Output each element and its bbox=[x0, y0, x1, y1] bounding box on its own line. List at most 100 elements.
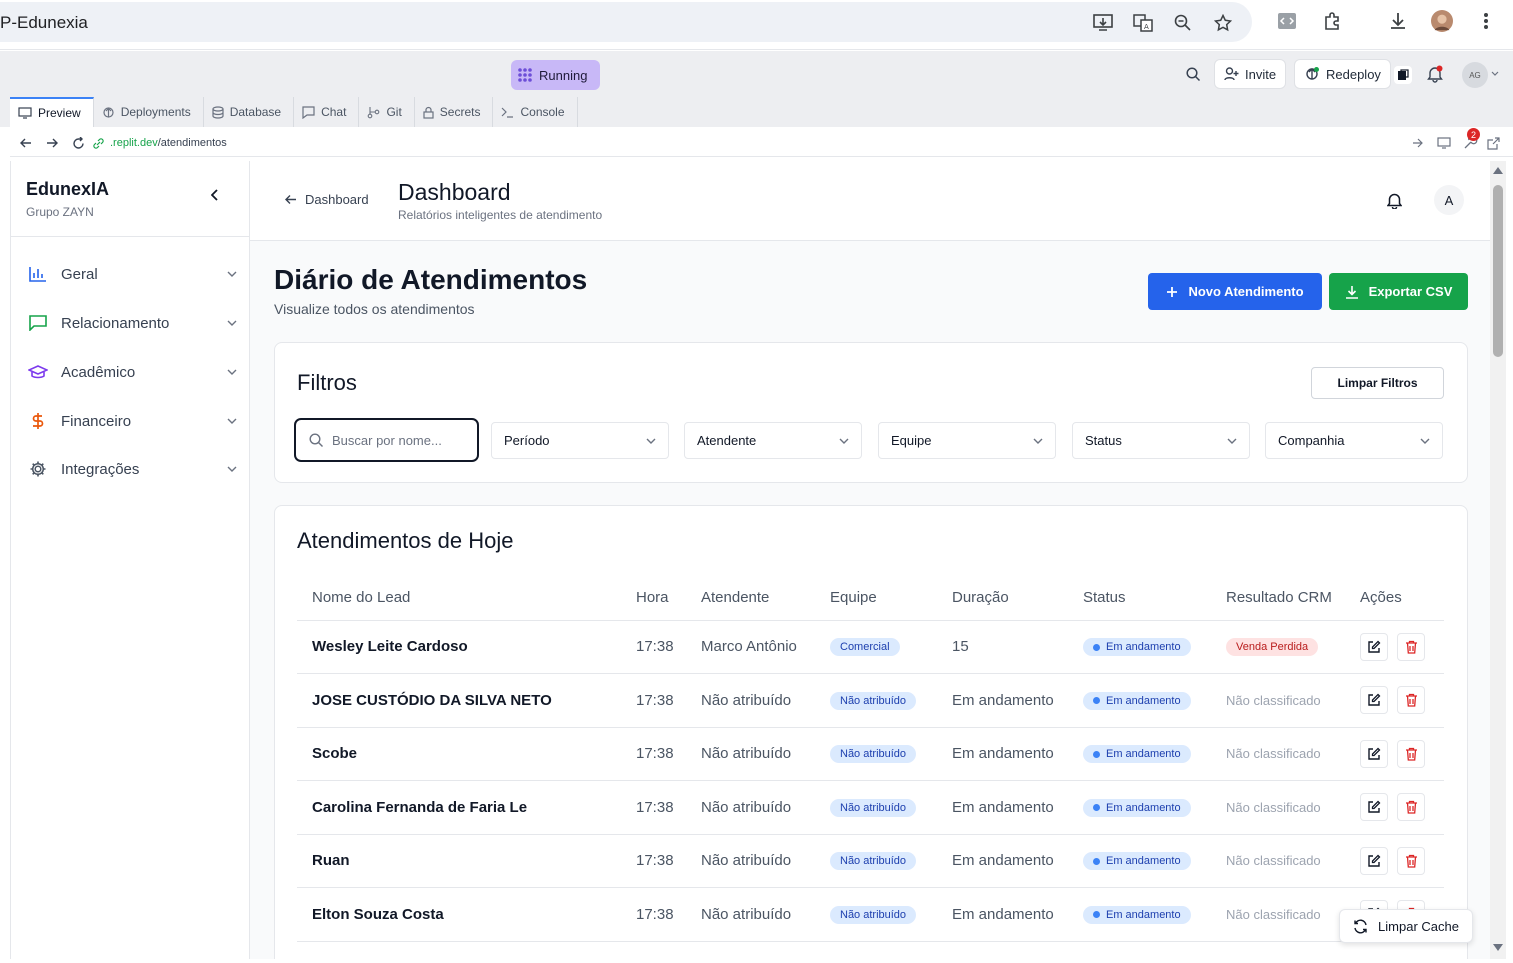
lead-name: Ruan bbox=[297, 834, 621, 888]
table-row[interactable]: Wesley Leite Cardoso 17:38 Marco Antônio Co… bbox=[297, 620, 1444, 674]
delete-button[interactable] bbox=[1397, 846, 1425, 875]
bell-icon[interactable] bbox=[1387, 192, 1402, 209]
sidebar-item-3[interactable]: Acadêmico bbox=[27, 356, 237, 388]
open-new-tab-icon[interactable] bbox=[1487, 137, 1500, 150]
tab-git[interactable]: Git bbox=[359, 97, 415, 127]
tab-preview[interactable]: Preview bbox=[10, 97, 94, 127]
reload-icon[interactable] bbox=[72, 136, 85, 150]
edit-button[interactable] bbox=[1360, 739, 1388, 768]
database-icon bbox=[212, 105, 224, 119]
run-status-button[interactable]: Running bbox=[511, 60, 600, 90]
user-initial: A bbox=[1444, 192, 1454, 208]
chevron-down-icon bbox=[646, 438, 656, 444]
status-dot bbox=[1093, 643, 1100, 651]
devtools-extension-icon[interactable] bbox=[1276, 10, 1298, 32]
edit-button[interactable] bbox=[1360, 632, 1388, 661]
table-row[interactable]: Scobe 17:38 Não atribuído Não atribuído Em a… bbox=[297, 727, 1444, 781]
user-avatar-button[interactable]: A bbox=[1434, 185, 1464, 215]
edit-button[interactable] bbox=[1360, 686, 1388, 715]
back-label: Dashboard bbox=[305, 192, 369, 207]
filter-select-4[interactable]: Status bbox=[1072, 422, 1250, 459]
sidebar-item-4[interactable]: Financeiro bbox=[27, 405, 237, 437]
url-path: /atendimentos bbox=[157, 137, 227, 149]
delete-button[interactable] bbox=[1397, 686, 1425, 715]
edit-button[interactable] bbox=[1360, 846, 1388, 875]
header-title: Dashboard bbox=[398, 179, 511, 205]
browser-chrome: P-Edunexia A bbox=[0, 0, 1513, 50]
delete-button[interactable] bbox=[1397, 739, 1425, 768]
profile-avatar[interactable] bbox=[1431, 10, 1453, 32]
clear-cache-button[interactable]: Limpar Cache bbox=[1339, 909, 1473, 943]
go-arrow-icon[interactable] bbox=[1412, 138, 1423, 148]
tab-console[interactable]: Console bbox=[493, 97, 578, 127]
forward-arrow-icon[interactable] bbox=[46, 137, 58, 149]
user-avatar[interactable]: AG bbox=[1462, 62, 1488, 88]
column-header: Equipe bbox=[815, 576, 937, 621]
edit-icon bbox=[1367, 800, 1381, 814]
redeploy-button[interactable]: Redeploy bbox=[1294, 59, 1391, 89]
back-arrow-icon[interactable] bbox=[20, 137, 32, 149]
bookmark-star-icon[interactable] bbox=[1212, 12, 1234, 34]
collapse-sidebar-icon[interactable] bbox=[211, 189, 219, 201]
tab-deployments[interactable]: Deployments bbox=[94, 97, 204, 127]
crm-cell: Não classificado bbox=[1211, 887, 1345, 942]
install-app-icon[interactable] bbox=[1092, 12, 1114, 34]
sidebar-item-5[interactable]: Integrações bbox=[27, 453, 237, 485]
browser-omnibox[interactable]: P-Edunexia A bbox=[0, 2, 1252, 42]
sidebar-item-2[interactable]: Relacionamento bbox=[27, 307, 237, 339]
deploy-icon bbox=[102, 106, 115, 119]
lead-time: 17:38 bbox=[621, 673, 686, 728]
status-cell: Em andamento bbox=[1068, 834, 1211, 888]
scrollbar-thumb[interactable] bbox=[1493, 185, 1503, 357]
tab-chat[interactable]: Chat bbox=[294, 97, 360, 127]
lead-attendant: Não atribuído bbox=[686, 887, 815, 942]
sidebar-item-label: Geral bbox=[61, 265, 98, 283]
workspace-toggle-icon[interactable] bbox=[1394, 66, 1412, 84]
message-icon bbox=[27, 315, 49, 331]
search-icon[interactable] bbox=[1186, 67, 1201, 82]
translate-icon[interactable]: A bbox=[1132, 12, 1154, 34]
table-row[interactable]: Carolina Fernanda de Faria Le 17:38 Não at… bbox=[297, 780, 1444, 835]
device-icon[interactable] bbox=[1437, 137, 1451, 149]
sidebar-item-1[interactable]: Geral bbox=[27, 258, 237, 290]
chevron-down-icon bbox=[1420, 438, 1430, 444]
chrome-menu-icon[interactable] bbox=[1475, 10, 1497, 32]
clear-filters-button[interactable]: Limpar Filtros bbox=[1311, 367, 1444, 399]
table-header-row: Nome do Lead Hora Atendente Equipe Duração St… bbox=[297, 576, 1444, 621]
delete-button[interactable] bbox=[1397, 793, 1425, 822]
edit-button[interactable] bbox=[1360, 793, 1388, 822]
chart-icon bbox=[27, 266, 49, 282]
new-attendance-button[interactable]: Novo Atendimento bbox=[1148, 273, 1322, 310]
table-row[interactable]: Elton Souza Costa 17:38 Não atribuído Não a… bbox=[297, 887, 1444, 942]
tab-label: Deployments bbox=[120, 105, 191, 119]
export-csv-button[interactable]: Exportar CSV bbox=[1329, 273, 1468, 310]
filter-select-3[interactable]: Equipe bbox=[878, 422, 1056, 459]
edit-icon bbox=[1367, 693, 1381, 707]
lock-icon bbox=[423, 106, 434, 119]
filter-select-5[interactable]: Companhia bbox=[1265, 422, 1443, 459]
scroll-up-icon[interactable] bbox=[1493, 167, 1503, 174]
invite-button[interactable]: Invite bbox=[1214, 59, 1287, 89]
download-icon[interactable] bbox=[1387, 10, 1409, 32]
table-row[interactable]: Ruan 17:38 Não atribuído Não atribuído Em an… bbox=[297, 834, 1444, 888]
page-scrollbar[interactable] bbox=[1490, 161, 1506, 959]
tab-database[interactable]: Database bbox=[204, 97, 295, 127]
filter-select-1[interactable]: Período bbox=[491, 422, 669, 459]
status-cell: Em andamento bbox=[1068, 620, 1211, 674]
chevron-down-icon[interactable] bbox=[1491, 71, 1499, 77]
extensions-puzzle-icon[interactable] bbox=[1322, 10, 1344, 32]
preview-url[interactable]: .replit.dev/atendimentos bbox=[110, 137, 227, 149]
filter-select-2[interactable]: Atendente bbox=[684, 422, 862, 459]
table-row[interactable]: JOSE CUSTÓDIO DA SILVA NETO 17:38 Não atri… bbox=[297, 673, 1444, 728]
team-cell: Não atribuído bbox=[815, 834, 937, 888]
search-input[interactable] bbox=[332, 432, 462, 448]
team-badge: Não atribuído bbox=[830, 745, 917, 764]
tab-secrets[interactable]: Secrets bbox=[415, 97, 494, 127]
notification-bell-icon[interactable] bbox=[1427, 65, 1443, 83]
column-header: Atendente bbox=[686, 576, 815, 621]
back-to-dashboard-link[interactable]: Dashboard bbox=[285, 192, 369, 207]
zoom-icon[interactable] bbox=[1172, 12, 1194, 34]
status-badge: Em andamento bbox=[1083, 852, 1191, 870]
scroll-down-icon[interactable] bbox=[1493, 944, 1503, 951]
delete-button[interactable] bbox=[1397, 632, 1425, 661]
